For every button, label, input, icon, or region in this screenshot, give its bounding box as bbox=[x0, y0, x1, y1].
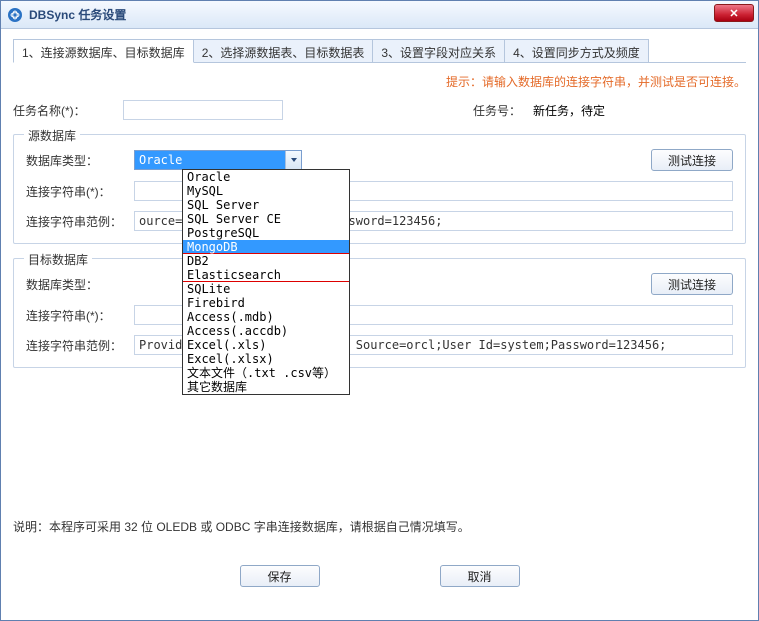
source-dbtype-row: 数据库类型： Oracle 测试连接 OracleMySQLSQL Server… bbox=[26, 149, 733, 171]
tab-1-connect-db[interactable]: 1、连接源数据库、目标数据库 bbox=[13, 39, 194, 63]
app-icon bbox=[7, 7, 23, 23]
target-conn-label: 连接字符串(*)： bbox=[26, 307, 134, 324]
dropdown-option[interactable]: Elasticsearch bbox=[183, 268, 349, 282]
dropdown-option[interactable]: Firebird bbox=[183, 296, 349, 310]
dropdown-option[interactable]: SQL Server CE bbox=[183, 212, 349, 226]
cancel-button[interactable]: 取消 bbox=[440, 565, 520, 587]
dropdown-option[interactable]: 文本文件（.txt .csv等） bbox=[183, 366, 349, 380]
window-title: DBSync 任务设置 bbox=[29, 6, 126, 23]
dbtype-dropdown-list[interactable]: OracleMySQLSQL ServerSQL Server CEPostgr… bbox=[182, 169, 350, 395]
source-example-row: 连接字符串范例： ource=orcl;User Id=system;Passw… bbox=[26, 211, 733, 231]
source-conn-label: 连接字符串(*)： bbox=[26, 183, 134, 200]
target-example-row: 连接字符串范例： Provider=OraOLEDB.Oracle;Data S… bbox=[26, 335, 733, 355]
dropdown-option[interactable]: PostgreSQL bbox=[183, 226, 349, 240]
action-bar: 保存 取消 bbox=[13, 565, 746, 587]
dropdown-option[interactable]: MySQL bbox=[183, 184, 349, 198]
tab-4-sync-mode[interactable]: 4、设置同步方式及频度 bbox=[504, 39, 649, 62]
dropdown-option[interactable]: Access(.accdb) bbox=[183, 324, 349, 338]
chevron-down-icon bbox=[285, 151, 301, 169]
target-db-group: 目标数据库 数据库类型： 测试连接 连接字符串(*)： 连接字符串范例： Pro… bbox=[13, 258, 746, 368]
close-icon: ✕ bbox=[729, 7, 738, 20]
target-test-connection-button[interactable]: 测试连接 bbox=[651, 273, 733, 295]
task-name-input[interactable] bbox=[123, 100, 283, 120]
dropdown-option[interactable]: SQLite bbox=[183, 282, 349, 296]
source-dbtype-combo[interactable]: Oracle bbox=[134, 150, 302, 170]
source-test-connection-button[interactable]: 测试连接 bbox=[651, 149, 733, 171]
tab-3-field-mapping[interactable]: 3、设置字段对应关系 bbox=[372, 39, 505, 62]
titlebar[interactable]: DBSync 任务设置 ✕ bbox=[1, 1, 758, 29]
source-conn-row: 连接字符串(*)： bbox=[26, 181, 733, 201]
source-db-group: 源数据库 数据库类型： Oracle 测试连接 OracleMySQLSQL S… bbox=[13, 134, 746, 244]
target-db-legend: 目标数据库 bbox=[24, 251, 92, 268]
dialog-window: DBSync 任务设置 ✕ 1、连接源数据库、目标数据库 2、选择源数据表、目标… bbox=[0, 0, 759, 621]
target-dbtype-label: 数据库类型： bbox=[26, 276, 134, 293]
hint-text: 提示：请输入数据库的连接字符串，并测试是否可连接。 bbox=[13, 73, 746, 90]
footer-note: 说明：本程序可采用 32 位 OLEDB 或 ODBC 字串连接数据库，请根据自… bbox=[13, 518, 746, 535]
dropdown-option[interactable]: Oracle bbox=[183, 170, 349, 184]
client-area: 1、连接源数据库、目标数据库 2、选择源数据表、目标数据表 3、设置字段对应关系… bbox=[1, 29, 758, 597]
source-dbtype-value: Oracle bbox=[135, 151, 285, 169]
task-no-value: 新任务，待定 bbox=[533, 102, 605, 119]
target-example-label: 连接字符串范例： bbox=[26, 337, 134, 354]
dropdown-option[interactable]: MongoDB bbox=[183, 240, 349, 254]
source-example-label: 连接字符串范例： bbox=[26, 213, 134, 230]
save-button[interactable]: 保存 bbox=[240, 565, 320, 587]
dropdown-option[interactable]: Access(.mdb) bbox=[183, 310, 349, 324]
task-no-label: 任务号： bbox=[473, 102, 533, 119]
source-db-legend: 源数据库 bbox=[24, 127, 80, 144]
task-row: 任务名称(*)： 任务号： 新任务，待定 bbox=[13, 100, 746, 120]
target-dbtype-row: 数据库类型： 测试连接 bbox=[26, 273, 733, 295]
dropdown-option[interactable]: 其它数据库 bbox=[183, 380, 349, 394]
task-name-label: 任务名称(*)： bbox=[13, 102, 123, 119]
target-conn-row: 连接字符串(*)： bbox=[26, 305, 733, 325]
dropdown-option[interactable]: Excel(.xlsx) bbox=[183, 352, 349, 366]
tab-2-select-tables[interactable]: 2、选择源数据表、目标数据表 bbox=[193, 39, 374, 62]
close-button[interactable]: ✕ bbox=[714, 4, 754, 22]
tabstrip: 1、连接源数据库、目标数据库 2、选择源数据表、目标数据表 3、设置字段对应关系… bbox=[13, 39, 746, 63]
dropdown-option[interactable]: DB2 bbox=[183, 254, 349, 268]
dropdown-option[interactable]: Excel(.xls) bbox=[183, 338, 349, 352]
source-dbtype-label: 数据库类型： bbox=[26, 152, 134, 169]
dropdown-option[interactable]: SQL Server bbox=[183, 198, 349, 212]
